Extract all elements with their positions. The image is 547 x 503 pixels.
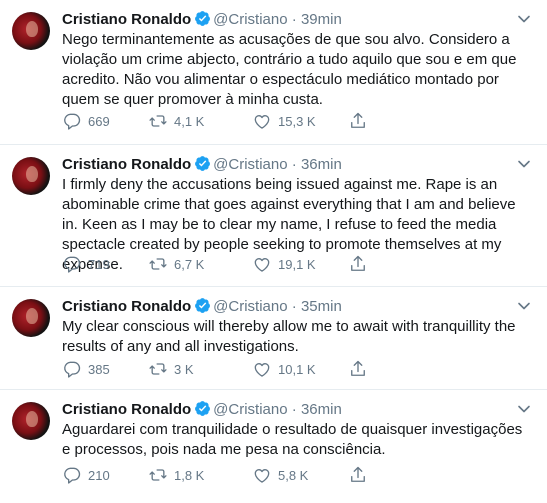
- timestamp[interactable]: 36min: [301, 401, 342, 418]
- retweet-icon: [149, 258, 167, 270]
- author-handle[interactable]: @Cristiano: [213, 156, 287, 173]
- tweet-actions: 385 3 K 10,1 K: [62, 358, 402, 380]
- retweet-icon: [149, 115, 167, 127]
- separator: ·: [291, 401, 297, 418]
- share-icon: [351, 466, 365, 482]
- retweet-count: 6,7 K: [174, 256, 205, 272]
- share-button[interactable]: [348, 253, 368, 275]
- tweet-text: My clear conscious will thereby allow me…: [62, 318, 516, 355]
- avatar[interactable]: [12, 299, 50, 337]
- author-name[interactable]: Cristiano Ronaldo: [62, 298, 191, 315]
- like-button[interactable]: 15,3 K: [252, 110, 316, 132]
- like-icon: [254, 114, 270, 129]
- retweet-count: 4,1 K: [174, 113, 205, 129]
- verified-badge-icon: [195, 401, 211, 416]
- share-button[interactable]: [348, 358, 368, 380]
- like-button[interactable]: 19,1 K: [252, 253, 316, 275]
- timestamp[interactable]: 39min: [301, 11, 342, 28]
- retweet-count: 3 K: [174, 361, 194, 377]
- reply-button[interactable]: 719: [62, 253, 110, 275]
- tweet-actions: 669 4,1 K 15,3 K: [62, 110, 402, 132]
- reply-icon: [64, 256, 81, 273]
- avatar[interactable]: [12, 402, 50, 440]
- avatar[interactable]: [12, 12, 50, 50]
- reply-count: 210: [88, 467, 110, 483]
- tweet[interactable]: Cristiano Ronaldo @Cristiano · 36min Agua…: [0, 390, 547, 503]
- reply-count: 669: [88, 113, 110, 129]
- tweet-header: Cristiano Ronaldo @Cristiano · 39min: [62, 10, 342, 30]
- tweet[interactable]: Cristiano Ronaldo @Cristiano · 36min I fi…: [0, 145, 547, 287]
- retweet-button[interactable]: 3 K: [148, 358, 194, 380]
- tweet-text: Nego terminantemente as acusações de que…: [62, 31, 517, 108]
- tweet-actions: 719 6,7 K 19,1 K: [62, 253, 402, 275]
- reply-button[interactable]: 210: [62, 464, 110, 486]
- share-button[interactable]: [348, 464, 368, 486]
- retweet-button[interactable]: 6,7 K: [148, 253, 204, 275]
- tweet-actions: 210 1,8 K 5,8 K: [62, 464, 402, 486]
- like-icon: [254, 468, 270, 483]
- tweet-text: Aguardarei com tranquilidade o resultado…: [62, 421, 523, 458]
- verified-badge-icon: [195, 298, 211, 313]
- avatar[interactable]: [12, 157, 50, 195]
- retweet-button[interactable]: 1,8 K: [148, 464, 204, 486]
- separator: ·: [291, 11, 297, 28]
- tweet-header: Cristiano Ronaldo @Cristiano · 36min: [62, 400, 342, 420]
- like-icon: [254, 257, 270, 272]
- share-icon: [351, 255, 365, 271]
- chevron-down-icon[interactable]: [515, 12, 533, 26]
- timestamp[interactable]: 36min: [301, 156, 342, 173]
- verified-badge-icon: [195, 11, 211, 26]
- like-button[interactable]: 10,1 K: [252, 358, 316, 380]
- reply-button[interactable]: 669: [62, 110, 110, 132]
- retweet-button[interactable]: 4,1 K: [148, 110, 204, 132]
- like-button[interactable]: 5,8 K: [252, 464, 308, 486]
- tweet-header: Cristiano Ronaldo @Cristiano · 35min: [62, 297, 342, 317]
- like-count: 5,8 K: [278, 467, 309, 483]
- author-name[interactable]: Cristiano Ronaldo: [62, 156, 191, 173]
- separator: ·: [291, 298, 297, 315]
- chevron-down-icon[interactable]: [515, 157, 533, 171]
- reply-count: 385: [88, 361, 110, 377]
- author-handle[interactable]: @Cristiano: [213, 401, 287, 418]
- tweet[interactable]: Cristiano Ronaldo @Cristiano · 39min Nego…: [0, 0, 547, 145]
- tweet[interactable]: Cristiano Ronaldo @Cristiano · 35min My c…: [0, 287, 547, 390]
- separator: ·: [291, 156, 297, 173]
- reply-button[interactable]: 385: [62, 358, 110, 380]
- like-count: 19,1 K: [278, 256, 316, 272]
- retweet-icon: [149, 363, 167, 375]
- tweet-header: Cristiano Ronaldo @Cristiano · 36min: [62, 155, 342, 175]
- author-handle[interactable]: @Cristiano: [213, 298, 287, 315]
- share-icon: [351, 360, 365, 376]
- author-name[interactable]: Cristiano Ronaldo: [62, 401, 191, 418]
- author-name[interactable]: Cristiano Ronaldo: [62, 11, 191, 28]
- timestamp[interactable]: 35min: [301, 298, 342, 315]
- like-count: 15,3 K: [278, 113, 316, 129]
- author-handle[interactable]: @Cristiano: [213, 11, 287, 28]
- retweet-icon: [149, 469, 167, 481]
- like-icon: [254, 362, 270, 377]
- retweet-count: 1,8 K: [174, 467, 205, 483]
- share-button[interactable]: [348, 110, 368, 132]
- verified-badge-icon: [195, 156, 211, 171]
- chevron-down-icon[interactable]: [515, 402, 533, 416]
- reply-icon: [64, 467, 81, 484]
- reply-count: 719: [88, 256, 110, 272]
- like-count: 10,1 K: [278, 361, 316, 377]
- reply-icon: [64, 113, 81, 130]
- share-icon: [351, 112, 365, 128]
- reply-icon: [64, 361, 81, 378]
- chevron-down-icon[interactable]: [515, 299, 533, 313]
